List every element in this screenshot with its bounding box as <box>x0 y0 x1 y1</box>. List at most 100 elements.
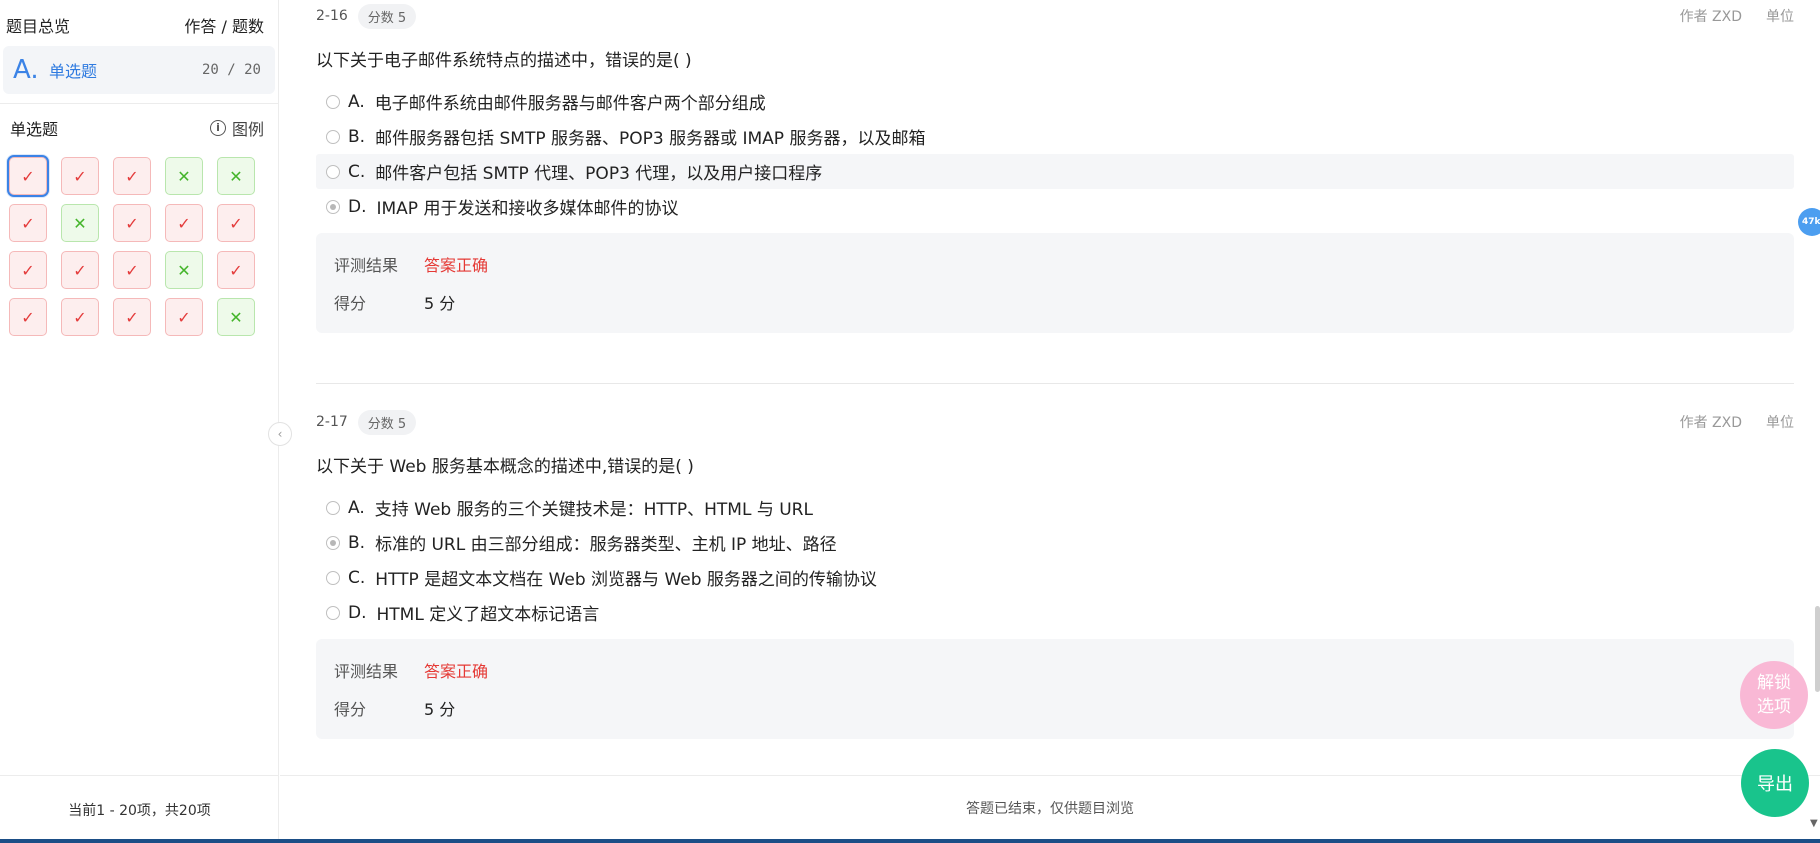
answer-cell-15[interactable]: ✓ <box>217 251 255 289</box>
evaluation-result-panel: 评测结果 答案正确 得分 5 分 <box>316 639 1794 739</box>
option-letter: A. <box>348 497 365 518</box>
section-title: 单选题 <box>10 120 59 139</box>
option-b[interactable]: B. 标准的 URL 由三部分组成：服务器类型、主机 IP 地址、路径 <box>316 525 1794 560</box>
radio-button-selected[interactable] <box>326 535 340 550</box>
result-label: 评测结果 <box>334 256 399 275</box>
result-row: 评测结果 答案正确 <box>334 245 1776 283</box>
question-list: 2-16 分数 5 作者 ZXD 单位 以下关于电子邮件系统特点的描述中，错误的… <box>280 0 1820 775</box>
sidebar-pagination: 当前1 - 20项，共20项 <box>0 775 279 843</box>
answer-sheet-grid: ✓ ✓ ✓ ✕ ✕ ✓ ✕ ✓ ✓ ✓ ✓ ✓ ✓ ✕ ✓ ✓ ✓ ✓ ✓ ✕ <box>7 155 255 336</box>
option-a[interactable]: A. 电子邮件系统由邮件服务器与邮件客户两个部分组成 <box>316 84 1794 119</box>
option-c[interactable]: C. HTTP 是超文本文档在 Web 浏览器与 Web 服务器之间的传输协议 <box>316 560 1794 595</box>
answer-cell-7[interactable]: ✕ <box>61 204 99 242</box>
option-letter: D. <box>348 196 367 217</box>
options-list: A. 电子邮件系统由邮件服务器与邮件客户两个部分组成 B. 邮件服务器包括 SM… <box>316 84 1794 224</box>
option-text: 支持 Web 服务的三个关键技术是：HTTP、HTML 与 URL <box>374 500 813 520</box>
answer-cell-14[interactable]: ✕ <box>165 251 203 289</box>
option-a[interactable]: A. 支持 Web 服务的三个关键技术是：HTTP、HTML 与 URL <box>316 490 1794 525</box>
radio-button-selected[interactable] <box>326 199 340 214</box>
answer-cell-16[interactable]: ✓ <box>9 298 47 336</box>
cross-icon: ✕ <box>73 213 87 233</box>
legend-button[interactable]: i 图例 <box>209 116 264 140</box>
unlock-options-button[interactable]: 解锁 选项 <box>1740 661 1808 729</box>
check-icon: ✓ <box>229 213 243 233</box>
answer-cell-11[interactable]: ✓ <box>9 251 47 289</box>
overview-header: 题目总览 作答 / 题数 <box>6 12 264 38</box>
answer-cell-10[interactable]: ✓ <box>217 204 255 242</box>
export-button[interactable]: 导出 <box>1741 749 1809 817</box>
check-icon: ✓ <box>177 213 191 233</box>
unit-label: 单位 <box>1766 415 1794 431</box>
score-label: 得分 <box>334 700 367 719</box>
radio-button[interactable] <box>326 129 340 144</box>
answer-cell-20[interactable]: ✕ <box>217 298 255 336</box>
sidebar-divider <box>0 103 279 104</box>
author-label: 作者 ZXD <box>1679 9 1742 25</box>
option-d[interactable]: D. IMAP 用于发送和接收多媒体邮件的协议 <box>316 189 1794 224</box>
score-row: 得分 5 分 <box>334 689 1776 727</box>
scroll-down-arrow-icon[interactable]: ▼ <box>1810 818 1818 829</box>
option-c[interactable]: C. 邮件客户包括 SMTP 代理、POP3 代理，以及用户接口程序 <box>316 154 1794 189</box>
author-label: 作者 ZXD <box>1679 415 1742 431</box>
question-header: 2-17 分数 5 作者 ZXD 单位 <box>316 408 1794 436</box>
category-count: 20 / 20 <box>201 62 261 78</box>
cross-icon: ✕ <box>177 260 191 280</box>
question-title: 以下关于 Web 服务基本概念的描述中,错误的是( ) <box>316 457 694 477</box>
question-overview-sidebar: 题目总览 作答 / 题数 A. 单选题 20 / 20 单选题 i 图例 ✓ ✓ ✓… <box>0 0 279 843</box>
option-text: 邮件服务器包括 SMTP 服务器、POP3 服务器或 IMAP 服务器，以及邮箱 <box>375 129 926 149</box>
answer-cell-4[interactable]: ✕ <box>165 157 203 195</box>
category-name: 单选题 <box>49 62 98 81</box>
option-text: 标准的 URL 由三部分组成：服务器类型、主机 IP 地址、路径 <box>375 535 837 555</box>
evaluation-result-panel: 评测结果 答案正确 得分 5 分 <box>316 233 1794 333</box>
category-single-choice[interactable]: A. 单选题 20 / 20 <box>3 46 275 94</box>
option-letter: B. <box>348 532 366 553</box>
result-label: 评测结果 <box>334 662 399 681</box>
answer-cell-1[interactable]: ✓ <box>7 155 49 197</box>
check-icon: ✓ <box>125 213 139 233</box>
option-letter: A. <box>348 91 365 112</box>
score-badge: 分数 5 <box>357 409 417 435</box>
radio-button[interactable] <box>326 94 340 109</box>
question-number: 2-16 <box>316 8 348 24</box>
question-header: 2-16 分数 5 作者 ZXD 单位 <box>316 2 1794 30</box>
answer-cell-12[interactable]: ✓ <box>61 251 99 289</box>
option-text: 邮件客户包括 SMTP 代理、POP3 代理，以及用户接口程序 <box>375 164 823 184</box>
score-badge: 分数 5 <box>357 3 417 29</box>
answer-cell-8[interactable]: ✓ <box>113 204 151 242</box>
radio-button[interactable] <box>326 570 340 585</box>
check-icon: ✓ <box>73 260 87 280</box>
option-text: IMAP 用于发送和接收多媒体邮件的协议 <box>376 199 679 219</box>
question-title: 以下关于电子邮件系统特点的描述中，错误的是( ) <box>316 51 692 71</box>
answer-cell-2[interactable]: ✓ <box>61 157 99 195</box>
check-icon: ✓ <box>73 307 87 327</box>
answer-cell-3[interactable]: ✓ <box>113 157 151 195</box>
check-icon: ✓ <box>229 260 243 280</box>
answer-cell-17[interactable]: ✓ <box>61 298 99 336</box>
radio-button[interactable] <box>326 500 340 515</box>
result-value: 答案正确 <box>424 662 489 681</box>
cross-icon: ✕ <box>177 166 191 186</box>
answer-cell-13[interactable]: ✓ <box>113 251 151 289</box>
option-b[interactable]: B. 邮件服务器包括 SMTP 服务器、POP3 服务器或 IMAP 服务器，以… <box>316 119 1794 154</box>
score-value: 5 分 <box>424 294 456 313</box>
answer-cell-19[interactable]: ✓ <box>165 298 203 336</box>
answer-cell-18[interactable]: ✓ <box>113 298 151 336</box>
overview-title: 题目总览 <box>6 17 71 36</box>
question-meta: 作者 ZXD 单位 <box>1680 6 1794 26</box>
unlock-line-1: 解锁 <box>1757 673 1791 693</box>
radio-button[interactable] <box>326 164 340 179</box>
answer-cell-5[interactable]: ✕ <box>217 157 255 195</box>
legend-label: 图例 <box>231 120 264 139</box>
cross-icon: ✕ <box>229 307 243 327</box>
option-d[interactable]: D. HTML 定义了超文本标记语言 <box>316 595 1794 630</box>
result-value: 答案正确 <box>424 256 489 275</box>
unit-label: 单位 <box>1766 9 1794 25</box>
answer-cell-9[interactable]: ✓ <box>165 204 203 242</box>
radio-button[interactable] <box>326 605 340 620</box>
scrollbar-thumb[interactable] <box>1815 606 1820 692</box>
check-icon: ✓ <box>21 166 35 186</box>
side-counter-badge[interactable]: 47k <box>1798 208 1820 236</box>
check-icon: ✓ <box>125 260 139 280</box>
answer-cell-6[interactable]: ✓ <box>9 204 47 242</box>
question-meta: 作者 ZXD 单位 <box>1680 412 1794 432</box>
